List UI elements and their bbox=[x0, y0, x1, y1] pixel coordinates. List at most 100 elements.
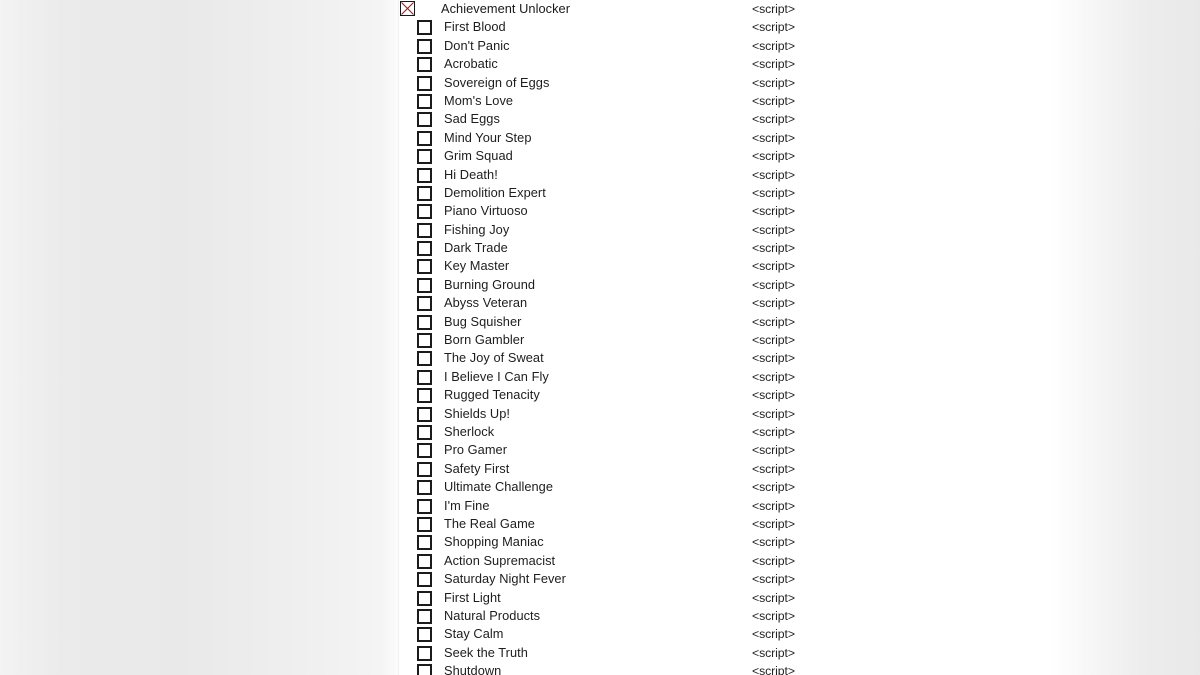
checkbox-unchecked-icon[interactable] bbox=[417, 149, 432, 165]
checkbox-unchecked-icon[interactable] bbox=[417, 167, 432, 183]
achievement-row[interactable]: Acrobatic <script> bbox=[399, 55, 1099, 73]
achievement-script-tag[interactable]: <script> bbox=[752, 368, 795, 386]
achievement-script-tag[interactable]: <script> bbox=[752, 294, 795, 312]
achievement-row[interactable]: First Blood <script> bbox=[399, 18, 1099, 36]
checkbox-unchecked-icon[interactable] bbox=[417, 498, 432, 514]
achievement-row[interactable]: Shields Up! <script> bbox=[399, 405, 1099, 423]
achievement-script-tag[interactable]: <script> bbox=[752, 147, 795, 165]
achievement-row[interactable]: Action Supremacist <script> bbox=[399, 552, 1099, 570]
checkbox-unchecked-icon[interactable] bbox=[417, 112, 432, 128]
achievement-script-tag[interactable]: <script> bbox=[752, 55, 795, 73]
achievement-row[interactable]: Hi Death! <script> bbox=[399, 166, 1099, 184]
achievement-row[interactable]: Shutdown <script> bbox=[399, 662, 1099, 675]
achievement-script-tag[interactable]: <script> bbox=[752, 570, 795, 588]
achievement-row[interactable]: Dark Trade <script> bbox=[399, 239, 1099, 257]
achievement-script-tag[interactable]: <script> bbox=[752, 349, 795, 367]
achievement-script-tag[interactable]: <script> bbox=[752, 460, 795, 478]
checkbox-unchecked-icon[interactable] bbox=[417, 20, 432, 36]
achievement-script-tag[interactable]: <script> bbox=[752, 386, 795, 404]
checkbox-unchecked-icon[interactable] bbox=[417, 93, 432, 109]
checkbox-unchecked-icon[interactable] bbox=[417, 535, 432, 551]
checkbox-unchecked-icon[interactable] bbox=[417, 645, 432, 661]
achievement-script-tag[interactable]: <script> bbox=[752, 110, 795, 128]
checkbox-unchecked-icon[interactable] bbox=[417, 351, 432, 367]
achievement-row[interactable]: I Believe I Can Fly <script> bbox=[399, 368, 1099, 386]
achievement-row[interactable]: First Light <script> bbox=[399, 589, 1099, 607]
checkbox-unchecked-icon[interactable] bbox=[417, 57, 432, 73]
checkbox-unchecked-icon[interactable] bbox=[417, 277, 432, 293]
achievement-row[interactable]: Seek the Truth <script> bbox=[399, 644, 1099, 662]
checkbox-unchecked-icon[interactable] bbox=[417, 38, 432, 54]
achievement-row[interactable]: Mom's Love <script> bbox=[399, 92, 1099, 110]
achievement-row[interactable]: The Joy of Sweat <script> bbox=[399, 349, 1099, 367]
checkbox-unchecked-icon[interactable] bbox=[417, 608, 432, 624]
checkbox-unchecked-icon[interactable] bbox=[417, 259, 432, 275]
checkbox-unchecked-icon[interactable] bbox=[417, 296, 432, 312]
achievement-script-tag[interactable]: <script> bbox=[752, 625, 795, 643]
achievement-header-row[interactable]: Achievement Unlocker <script> bbox=[399, 0, 1099, 18]
achievement-row[interactable]: Shopping Maniac <script> bbox=[399, 533, 1099, 551]
checkbox-unchecked-icon[interactable] bbox=[417, 572, 432, 588]
achievement-script-tag[interactable]: <script> bbox=[752, 589, 795, 607]
achievement-row[interactable]: Sovereign of Eggs <script> bbox=[399, 74, 1099, 92]
achievement-script-tag[interactable]: <script> bbox=[752, 37, 795, 55]
achievement-row[interactable]: Safety First <script> bbox=[399, 460, 1099, 478]
checkbox-unchecked-icon[interactable] bbox=[417, 424, 432, 440]
achievement-row[interactable]: Ultimate Challenge <script> bbox=[399, 478, 1099, 496]
achievement-row[interactable]: Fishing Joy <script> bbox=[399, 221, 1099, 239]
checkbox-cross-icon[interactable] bbox=[400, 1, 415, 16]
achievement-script-tag[interactable]: <script> bbox=[752, 405, 795, 423]
checkbox-unchecked-icon[interactable] bbox=[417, 130, 432, 146]
checkbox-unchecked-icon[interactable] bbox=[417, 333, 432, 349]
achievement-row[interactable]: Pro Gamer <script> bbox=[399, 441, 1099, 459]
achievement-script-tag[interactable]: <script> bbox=[752, 313, 795, 331]
achievement-script-tag[interactable]: <script> bbox=[752, 644, 795, 662]
achievement-row[interactable]: Mind Your Step <script> bbox=[399, 129, 1099, 147]
achievement-script-tag[interactable]: <script> bbox=[752, 92, 795, 110]
checkbox-unchecked-icon[interactable] bbox=[417, 406, 432, 422]
checkbox-unchecked-icon[interactable] bbox=[417, 443, 432, 459]
achievement-script-tag[interactable]: <script> bbox=[752, 478, 795, 496]
checkbox-unchecked-icon[interactable] bbox=[417, 185, 432, 201]
achievement-script-tag[interactable]: <script> bbox=[752, 202, 795, 220]
checkbox-unchecked-icon[interactable] bbox=[417, 314, 432, 330]
checkbox-unchecked-icon[interactable] bbox=[417, 369, 432, 385]
achievement-script-tag[interactable]: <script> bbox=[752, 552, 795, 570]
checkbox-unchecked-icon[interactable] bbox=[417, 461, 432, 477]
achievement-row[interactable]: Key Master <script> bbox=[399, 257, 1099, 275]
checkbox-unchecked-icon[interactable] bbox=[417, 204, 432, 220]
achievement-script-tag[interactable]: <script> bbox=[752, 239, 795, 257]
checkbox-unchecked-icon[interactable] bbox=[417, 553, 432, 569]
checkbox-unchecked-icon[interactable] bbox=[417, 388, 432, 404]
checkbox-unchecked-icon[interactable] bbox=[417, 480, 432, 496]
checkbox-unchecked-icon[interactable] bbox=[417, 590, 432, 606]
achievement-script-tag[interactable]: <script> bbox=[752, 221, 795, 239]
achievement-script-tag[interactable]: <script> bbox=[752, 18, 795, 36]
achievement-row[interactable]: The Real Game <script> bbox=[399, 515, 1099, 533]
achievement-script-tag[interactable]: <script> bbox=[752, 607, 795, 625]
achievement-script-tag[interactable]: <script> bbox=[752, 423, 795, 441]
achievement-row[interactable]: Burning Ground <script> bbox=[399, 276, 1099, 294]
achievement-row[interactable]: Saturday Night Fever <script> bbox=[399, 570, 1099, 588]
header-script-tag[interactable]: <script> bbox=[752, 0, 795, 18]
achievement-script-tag[interactable]: <script> bbox=[752, 129, 795, 147]
achievement-script-tag[interactable]: <script> bbox=[752, 441, 795, 459]
checkbox-unchecked-icon[interactable] bbox=[417, 627, 432, 643]
achievement-script-tag[interactable]: <script> bbox=[752, 166, 795, 184]
achievement-row[interactable]: Demolition Expert <script> bbox=[399, 184, 1099, 202]
checkbox-unchecked-icon[interactable] bbox=[417, 222, 432, 238]
checkbox-unchecked-icon[interactable] bbox=[417, 516, 432, 532]
achievement-row[interactable]: Bug Squisher <script> bbox=[399, 313, 1099, 331]
achievement-script-tag[interactable]: <script> bbox=[752, 662, 795, 675]
achievement-row[interactable]: Sherlock <script> bbox=[399, 423, 1099, 441]
achievement-row[interactable]: I'm Fine <script> bbox=[399, 497, 1099, 515]
achievement-script-tag[interactable]: <script> bbox=[752, 331, 795, 349]
achievement-row[interactable]: Abyss Veteran <script> bbox=[399, 294, 1099, 312]
achievement-row[interactable]: Rugged Tenacity <script> bbox=[399, 386, 1099, 404]
achievement-row[interactable]: Stay Calm <script> bbox=[399, 625, 1099, 643]
achievement-script-tag[interactable]: <script> bbox=[752, 533, 795, 551]
achievement-row[interactable]: Natural Products <script> bbox=[399, 607, 1099, 625]
achievement-script-tag[interactable]: <script> bbox=[752, 74, 795, 92]
achievement-row[interactable]: Piano Virtuoso <script> bbox=[399, 202, 1099, 220]
achievement-row[interactable]: Grim Squad <script> bbox=[399, 147, 1099, 165]
